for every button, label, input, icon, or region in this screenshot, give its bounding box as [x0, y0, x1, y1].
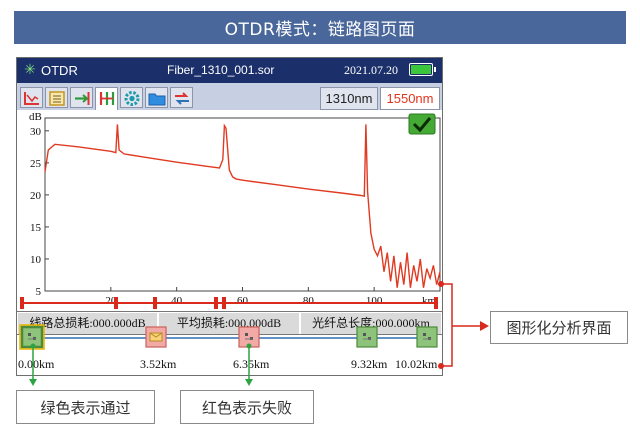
map-tab-icon[interactable]: [95, 87, 118, 110]
x-tick-label: 40: [171, 295, 183, 307]
wavelength-1310-tab[interactable]: 1310nm: [320, 87, 378, 110]
settings-gear-icon[interactable]: [120, 87, 143, 108]
x-tick-label: 100: [366, 295, 383, 307]
folder-icon[interactable]: [145, 87, 168, 108]
tab-bar: 1310nm 1550nm: [17, 83, 442, 110]
sun-icon: ✳: [24, 62, 36, 78]
pointer-arrow-head: [29, 379, 37, 386]
callout-arrow-head: [480, 321, 489, 331]
battery-icon: [409, 63, 436, 76]
callout-graph-interface: 图形化分析界面: [490, 311, 628, 344]
y-tick-label: 25: [30, 158, 42, 170]
wavelength-1550-tab[interactable]: 1550nm: [380, 87, 440, 110]
title-bar: ✳ OTDR Fiber_1310_001.sor 2021.07.20: [17, 58, 442, 83]
date: 2021.07.20: [344, 63, 398, 77]
y-tick-label: 5: [36, 286, 42, 298]
event-map: [17, 335, 442, 375]
total-length-readout: 光纤总长度:000.000km: [301, 313, 441, 334]
plot-frame: [44, 117, 441, 292]
page-banner: OTDR模式：链路图页面: [14, 11, 626, 44]
app-name: OTDR: [41, 63, 78, 78]
table-tab-icon[interactable]: [45, 87, 68, 108]
pass-check-badge: [408, 113, 436, 135]
callout-graph-interface-text: 图形化分析界面: [506, 319, 612, 337]
file-name: Fiber_1310_001.sor: [167, 63, 275, 77]
summary-bar: 线路总损耗:000.000dB 平均损耗:000.000dB 光纤总长度:000…: [17, 311, 442, 335]
avg-loss-readout: 平均损耗:000.000dB: [159, 313, 299, 334]
x-tick-label: 80: [303, 295, 315, 307]
banner-title: OTDR模式：链路图页面: [224, 20, 416, 40]
x-tick-label: 20: [105, 295, 117, 307]
y-tick-label: 20: [30, 190, 42, 202]
pointer-arrow-head: [245, 379, 253, 386]
total-loss-readout: 线路总损耗:000.000dB: [18, 313, 157, 334]
trace-tab-icon[interactable]: [20, 87, 43, 108]
x-tick-label: 60: [237, 295, 249, 307]
y-axis-unit: dB: [29, 111, 42, 123]
compare-icon[interactable]: [170, 87, 193, 108]
y-tick-label: 15: [30, 222, 42, 234]
y-tick-label: 10: [30, 254, 42, 266]
x-axis-unit: km: [422, 295, 437, 307]
callout-red-fail-text: 红色表示失败: [201, 398, 292, 417]
y-tick-label: 30: [30, 126, 42, 138]
callout-red-fail: 红色表示失败: [180, 390, 314, 424]
device-screen: ✳ OTDR Fiber_1310_001.sor 2021.07.20 131…: [16, 57, 443, 376]
callout-green-pass-text: 绿色表示通过: [40, 398, 131, 417]
link-tab-icon[interactable]: [70, 87, 93, 108]
callout-green-pass: 绿色表示通过: [16, 390, 155, 424]
otdr-trace-chart: dB 5 10 15 20 25 30 20 40 60 80 100 km: [29, 111, 441, 307]
